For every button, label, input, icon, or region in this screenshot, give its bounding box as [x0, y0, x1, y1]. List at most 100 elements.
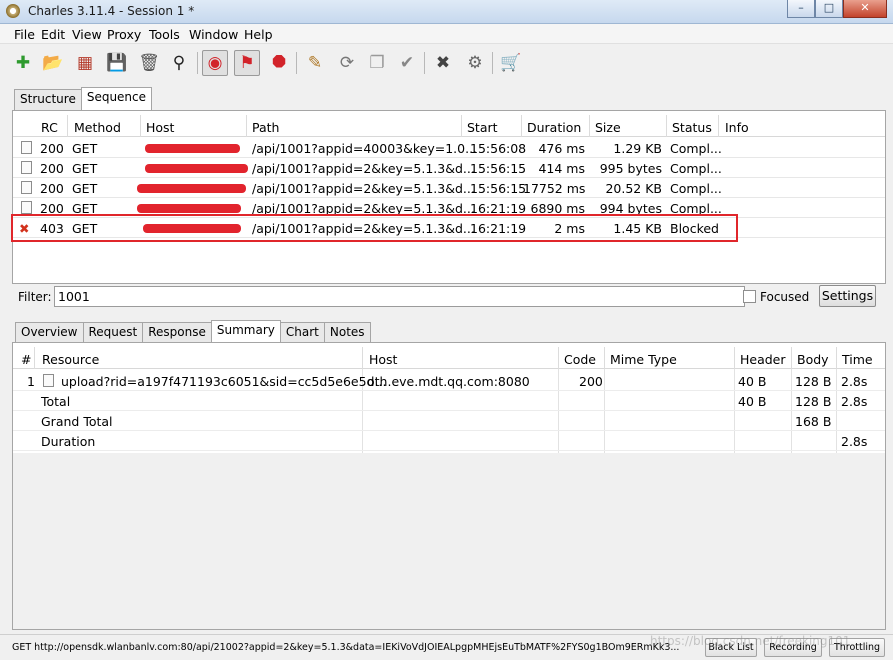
table-row[interactable]: 200 GET /api/1001?appid=2&key=5.1.3&d...… — [13, 178, 885, 198]
row-rc: 200 — [40, 161, 64, 176]
col-info[interactable]: Info — [725, 120, 749, 135]
summary-row[interactable]: 1 upload?rid=a197f471193c6051&sid=cc5d5e… — [13, 371, 885, 391]
summary-row[interactable]: Total 40 B 128 B 2.8s — [13, 391, 885, 411]
col-path[interactable]: Path — [252, 120, 279, 135]
col-size[interactable]: Size — [595, 120, 621, 135]
row-resource: Grand Total — [41, 414, 113, 429]
row-code: 200 — [579, 374, 603, 389]
compose-pen-icon[interactable]: ✎ — [302, 50, 328, 76]
col-num[interactable]: # — [21, 352, 31, 367]
row-body: 168 B — [795, 414, 832, 429]
col-resource[interactable]: Resource — [42, 352, 99, 367]
close-session-icon[interactable]: ▦ — [72, 50, 98, 76]
stop-icon[interactable]: ⯃ — [266, 50, 292, 76]
col-duration[interactable]: Duration — [527, 120, 581, 135]
filter-label: Filter: — [18, 290, 52, 304]
close-button[interactable]: ✕ — [843, 0, 887, 18]
tab-structure[interactable]: Structure — [14, 89, 82, 110]
summary-table: # Resource Host Code Mime Type Header Bo… — [12, 342, 886, 630]
shopping-basket-icon[interactable]: 🛒 — [498, 50, 524, 76]
minimize-button[interactable]: – — [787, 0, 815, 18]
empty-area — [13, 453, 885, 629]
focused-checkbox[interactable] — [743, 290, 756, 303]
row-time: 2.8s — [841, 434, 868, 449]
col-status[interactable]: Status — [672, 120, 712, 135]
col-host[interactable]: Host — [146, 120, 174, 135]
menu-bar: File Edit View Proxy Tools Window Help — [0, 24, 893, 44]
row-status: Compl... — [670, 181, 722, 196]
redacted-host — [137, 204, 241, 213]
menu-proxy[interactable]: Proxy — [107, 27, 141, 42]
menu-file[interactable]: File — [14, 27, 35, 42]
col-rc[interactable]: RC — [41, 120, 58, 135]
menu-window[interactable]: Window — [189, 27, 238, 42]
tab-chart[interactable]: Chart — [279, 322, 325, 343]
col-start[interactable]: Start — [467, 120, 498, 135]
row-time: 2.8s — [841, 374, 868, 389]
document-icon — [43, 374, 54, 387]
table-row[interactable]: 200 GET /api/1001?appid=2&key=5.1.3&d...… — [13, 158, 885, 178]
row-duration: 476 ms — [538, 141, 585, 156]
row-body: 128 B — [795, 394, 832, 409]
row-num: 1 — [27, 374, 35, 389]
tab-summary[interactable]: Summary — [210, 320, 281, 343]
edit-icon[interactable]: ❐ — [364, 50, 390, 76]
tab-response[interactable]: Response — [142, 322, 212, 343]
toolbar-separator — [424, 52, 425, 74]
summary-row[interactable]: Duration 2.8s — [13, 431, 885, 451]
row-size: 995 bytes — [599, 161, 662, 176]
row-status: Compl... — [670, 161, 722, 176]
menu-edit[interactable]: Edit — [41, 27, 65, 42]
new-session-icon[interactable]: ✚ — [10, 50, 36, 76]
filter-bar: Filter: Focused Settings — [12, 284, 886, 310]
row-resource: upload?rid=a197f471193c6051&sid=cc5d5e6e… — [61, 374, 387, 389]
save-icon[interactable]: 💾 — [104, 50, 130, 76]
highlight-annotation-box — [11, 214, 738, 242]
filter-input[interactable] — [54, 286, 745, 307]
tab-notes[interactable]: Notes — [323, 322, 371, 343]
row-size: 1.29 KB — [613, 141, 662, 156]
breakpoints-flag-icon[interactable]: ⚑ — [234, 50, 260, 76]
row-time: 2.8s — [841, 394, 868, 409]
toolbar: ✚ 📂 ▦ 💾 🗑 ⚲ ◉ ⚑ ⯃ ✎ ⟳ ❐ ✔ ✖ ⚙ 🛒 — [0, 44, 893, 82]
menu-help[interactable]: Help — [244, 27, 273, 42]
document-icon — [21, 161, 32, 174]
summary-table-header: # Resource Host Code Mime Type Header Bo… — [13, 347, 885, 369]
status-message: GET http://opensdk.wlanbanlv.com:80/api/… — [12, 642, 680, 653]
row-start: 15:56:15 — [470, 161, 527, 176]
summary-row[interactable]: Grand Total 168 B — [13, 411, 885, 431]
clear-session-icon[interactable]: 🗑 — [136, 50, 162, 76]
sequence-table-header: RC Method Host Path Start Duration Size … — [13, 115, 885, 137]
row-path: /api/1001?appid=2&key=5.1.3&d... — [252, 181, 475, 196]
focused-label: Focused — [760, 290, 810, 304]
settings-button[interactable]: Settings — [819, 285, 876, 307]
tab-request[interactable]: Request — [82, 322, 144, 343]
find-icon[interactable]: ⚲ — [166, 50, 192, 76]
table-row[interactable]: 200 GET /api/1001?appid=40003&key=1.0...… — [13, 138, 885, 158]
open-session-icon[interactable]: 📂 — [40, 50, 66, 76]
col-host[interactable]: Host — [369, 352, 397, 367]
tools-icon[interactable]: ✖ — [430, 50, 456, 76]
validate-check-icon[interactable]: ✔ — [394, 50, 420, 76]
row-header: 40 B — [738, 394, 767, 409]
recording-icon[interactable]: ◉ — [202, 50, 228, 76]
col-code[interactable]: Code — [564, 352, 596, 367]
row-header: 40 B — [738, 374, 767, 389]
menu-tools[interactable]: Tools — [149, 27, 180, 42]
col-time[interactable]: Time — [842, 352, 873, 367]
watermark-text: https://blog.csdn.net/freeking101 — [650, 634, 851, 648]
col-body[interactable]: Body — [797, 352, 829, 367]
maximize-button[interactable]: □ — [815, 0, 843, 18]
redacted-host — [145, 144, 240, 153]
window-title: Charles 3.11.4 - Session 1 * — [28, 4, 195, 18]
col-method[interactable]: Method — [74, 120, 121, 135]
row-size: 20.52 KB — [605, 181, 662, 196]
col-mime-type[interactable]: Mime Type — [610, 352, 677, 367]
repeat-icon[interactable]: ⟳ — [334, 50, 360, 76]
menu-view[interactable]: View — [72, 27, 102, 42]
tab-overview[interactable]: Overview — [15, 322, 84, 343]
row-body: 128 B — [795, 374, 832, 389]
col-header[interactable]: Header — [740, 352, 786, 367]
settings-gear-icon[interactable]: ⚙ — [462, 50, 488, 76]
tab-sequence[interactable]: Sequence — [80, 87, 153, 110]
